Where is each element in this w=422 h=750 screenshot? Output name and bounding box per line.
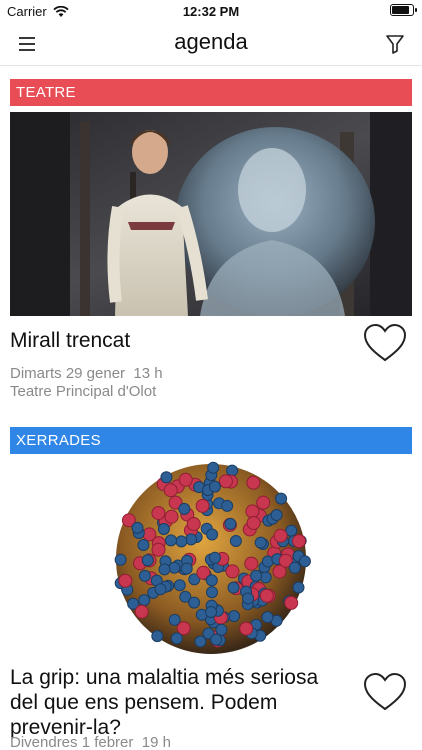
virus-protein-blue bbox=[261, 611, 274, 624]
virus-protein-blue bbox=[160, 471, 173, 484]
virus-protein-red bbox=[239, 621, 254, 636]
virus-protein-blue bbox=[131, 521, 144, 534]
virus-protein-blue bbox=[205, 574, 218, 587]
virus-protein-blue bbox=[228, 610, 240, 623]
event-date-line: Divendres 1 febrer 19 h bbox=[10, 733, 171, 750]
virus-protein-blue bbox=[205, 606, 218, 618]
virus-protein-blue bbox=[210, 633, 223, 646]
virus-protein-blue bbox=[137, 539, 150, 551]
status-time: 12:32 PM bbox=[182, 4, 240, 19]
filter-button[interactable] bbox=[382, 32, 408, 56]
virus-protein-red bbox=[164, 509, 179, 524]
status-right bbox=[390, 4, 417, 16]
virus-protein-red bbox=[273, 528, 288, 543]
virus-protein-blue bbox=[275, 492, 288, 505]
virus-protein-red bbox=[151, 506, 166, 521]
virus-protein-blue bbox=[157, 523, 170, 535]
virus-protein-blue bbox=[178, 502, 191, 515]
virus-protein-red bbox=[259, 588, 274, 603]
virus-protein-blue bbox=[180, 562, 193, 575]
event-date-line: Dimarts 29 gener 13 h bbox=[10, 364, 163, 383]
event-time: 19 h bbox=[141, 734, 171, 750]
virus-protein-blue bbox=[292, 581, 305, 594]
virus-protein-red bbox=[151, 542, 166, 557]
theatre-photo bbox=[10, 112, 412, 316]
virus-protein-blue bbox=[288, 561, 301, 574]
virus-protein-red bbox=[256, 495, 271, 510]
virus-protein-red bbox=[186, 517, 201, 531]
virus-protein-blue bbox=[226, 464, 239, 477]
virus-protein-red bbox=[176, 621, 191, 636]
virus-protein-red bbox=[246, 475, 261, 490]
virus-protein-blue bbox=[185, 533, 198, 546]
event-image-grip[interactable] bbox=[10, 455, 412, 663]
virus-protein-blue bbox=[207, 461, 220, 474]
favorite-button[interactable] bbox=[362, 671, 408, 713]
virus-protein-blue bbox=[206, 586, 218, 599]
event-date: Dimarts 29 gener bbox=[10, 365, 126, 382]
event-venue: Teatre Principal d'Olot bbox=[10, 383, 157, 400]
event-title[interactable]: Mirall trencat bbox=[10, 328, 350, 353]
virus-protein-red bbox=[225, 564, 240, 579]
virus-protein-blue bbox=[242, 592, 255, 605]
event-title[interactable]: La grip: una malaltia més seriosa del qu… bbox=[10, 665, 350, 740]
virus-protein-blue bbox=[206, 528, 219, 541]
virus-protein-blue bbox=[154, 583, 167, 596]
virus-protein-blue bbox=[170, 632, 183, 645]
virus-protein-blue bbox=[175, 535, 188, 548]
virus-protein-red bbox=[195, 498, 210, 513]
virus-protein-red bbox=[246, 516, 261, 530]
virus-protein-blue bbox=[221, 499, 234, 512]
heart-outline-icon bbox=[363, 323, 407, 362]
filter-icon bbox=[386, 35, 404, 54]
virus-protein-blue bbox=[298, 555, 311, 568]
virus-protein-red bbox=[134, 604, 149, 619]
virus-protein-red bbox=[244, 556, 259, 571]
virus-protein-red bbox=[292, 534, 306, 549]
virus-protein-blue bbox=[168, 561, 181, 574]
heart-outline-icon bbox=[363, 672, 407, 711]
virus-protein-blue bbox=[188, 596, 201, 609]
category-bar-xerrades[interactable]: XERRADES bbox=[10, 427, 412, 454]
virus-protein-red bbox=[218, 474, 233, 489]
favorite-button[interactable] bbox=[362, 322, 408, 364]
virus-protein-blue bbox=[138, 594, 151, 607]
virus-protein-blue bbox=[151, 630, 164, 643]
virus-illustration bbox=[114, 461, 311, 654]
virus-protein-blue bbox=[208, 480, 221, 493]
category-bar-teatre[interactable]: TEATRE bbox=[10, 79, 412, 106]
virus-protein-blue bbox=[158, 563, 171, 576]
virus-protein-red bbox=[163, 483, 178, 498]
event-date: Divendres 1 febrer bbox=[10, 734, 134, 750]
virus-protein-blue bbox=[141, 554, 154, 567]
event-image-mirall-trencat[interactable] bbox=[10, 112, 412, 316]
virus-protein-blue bbox=[114, 553, 127, 566]
virus-protein-red bbox=[284, 595, 299, 610]
virus-protein-blue bbox=[250, 569, 263, 582]
virus-protein-red bbox=[118, 573, 133, 588]
virus-protein-red bbox=[245, 504, 260, 519]
virus-protein-blue bbox=[224, 517, 237, 530]
event-time: 13 h bbox=[133, 365, 163, 382]
battery-fill bbox=[392, 6, 410, 14]
virus-protein-blue bbox=[227, 581, 240, 594]
battery-icon bbox=[390, 4, 417, 16]
virus-protein-blue bbox=[254, 536, 267, 549]
status-bar: Carrier 12:32 PM bbox=[0, 0, 422, 22]
nav-bar: agenda bbox=[0, 22, 422, 66]
virus-protein-red bbox=[178, 472, 193, 487]
virus-protein-blue bbox=[215, 623, 228, 636]
virus-protein-blue bbox=[208, 551, 221, 564]
virus-protein-blue bbox=[138, 569, 151, 582]
virus-protein-blue bbox=[165, 534, 177, 547]
virus-protein-blue bbox=[270, 509, 283, 521]
virus-protein-blue bbox=[173, 579, 186, 592]
page-title: agenda bbox=[174, 29, 248, 54]
virus-protein-blue bbox=[229, 535, 242, 547]
